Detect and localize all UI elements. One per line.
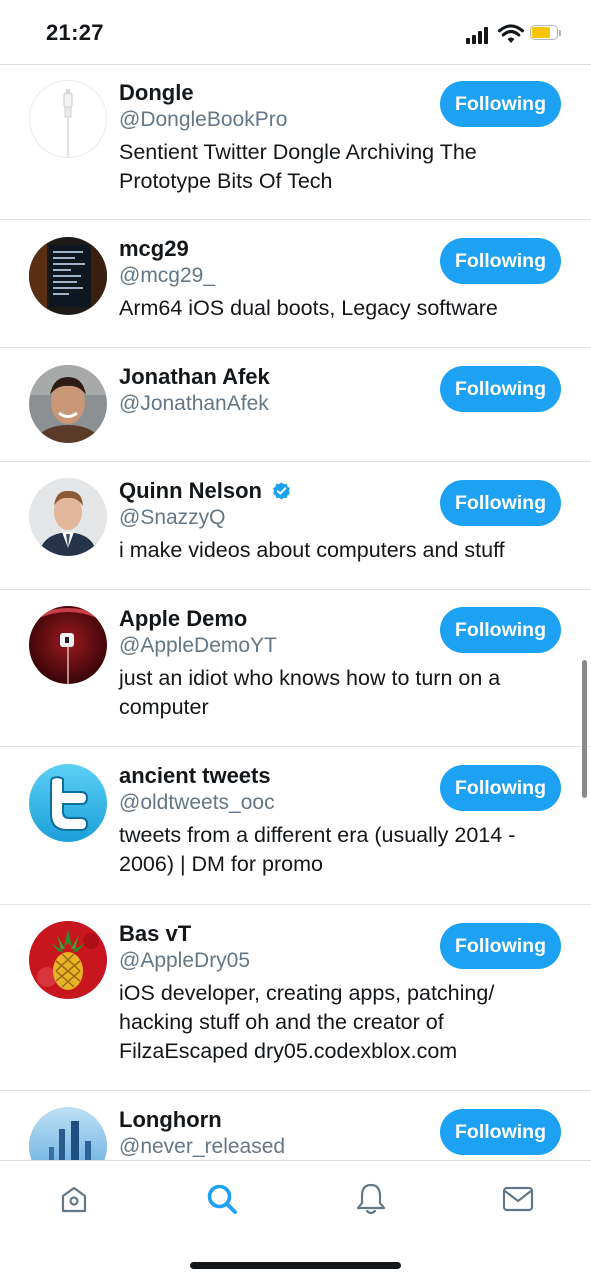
list-item[interactable]: Dongle @DongleBookPro Sentient Twitter D…	[0, 64, 591, 220]
status-bar: 21:27	[0, 0, 591, 65]
person-suit-avatar[interactable]	[29, 478, 107, 556]
account-handle: @DongleBookPro	[119, 108, 288, 131]
account-handle: @SnazzyQ	[119, 506, 226, 529]
home-icon	[61, 1186, 87, 1213]
account-name[interactable]: Apple Demo	[119, 606, 247, 632]
account-bio: Sentient Twitter Dongle Archiving The Pr…	[119, 140, 477, 193]
list-item[interactable]: mcg29 @mcg29_ Arm64 iOS dual boots, Lega…	[0, 220, 591, 348]
account-bio: i make videos about computers and stuff	[119, 538, 505, 562]
account-bio: tweets from a different era (usually 201…	[119, 823, 516, 876]
list-item[interactable]: Bas vT @AppleDry05 iOS developer, creati…	[0, 905, 591, 1091]
bell-icon	[356, 1183, 386, 1215]
list-item[interactable]: ancient tweets @oldtweets_ooc tweets fro…	[0, 747, 591, 905]
following-button[interactable]: Following	[440, 238, 561, 284]
following-button[interactable]: Following	[440, 366, 561, 412]
tab-messages[interactable]	[498, 1179, 538, 1219]
account-name[interactable]: ancient tweets	[119, 763, 271, 789]
blue-towers-avatar[interactable]	[29, 1107, 107, 1160]
scrollbar[interactable]	[582, 660, 587, 798]
red-lock-avatar[interactable]	[29, 606, 107, 684]
list-item[interactable]: Jonathan Afek @JonathanAfek Following	[0, 348, 591, 462]
person-photo-avatar[interactable]	[29, 365, 107, 443]
account-name[interactable]: Longhorn	[119, 1107, 222, 1133]
following-button[interactable]: Following	[440, 81, 561, 127]
mail-icon	[502, 1186, 534, 1212]
battery-icon	[530, 25, 562, 42]
account-name[interactable]: Jonathan Afek	[119, 364, 270, 390]
account-name[interactable]: mcg29	[119, 236, 189, 262]
account-handle: @AppleDemoYT	[119, 634, 277, 657]
following-button[interactable]: Following	[440, 1109, 561, 1155]
following-button[interactable]: Following	[440, 607, 561, 653]
verified-badge-icon	[273, 481, 290, 500]
account-name[interactable]: Bas vT	[119, 921, 191, 947]
list-item[interactable]: Quinn Nelson @SnazzyQ i make videos abou…	[0, 462, 591, 590]
home-indicator[interactable]	[190, 1262, 401, 1269]
following-button[interactable]: Following	[440, 923, 561, 969]
terminal-screen-avatar[interactable]	[29, 237, 107, 315]
twitter-t-logo-avatar[interactable]	[29, 764, 107, 842]
account-name[interactable]: Dongle	[119, 80, 194, 106]
account-bio: just an idiot who knows how to turn on a…	[119, 666, 501, 719]
cellular-signal-icon	[466, 26, 492, 44]
account-name[interactable]: Quinn Nelson	[119, 478, 262, 504]
search-icon	[207, 1184, 237, 1214]
tab-search[interactable]	[202, 1179, 242, 1219]
account-bio: iOS developer, creating apps, patching/ …	[119, 981, 495, 1063]
account-handle: @mcg29_	[119, 264, 216, 287]
status-time: 21:27	[46, 20, 104, 45]
account-handle: @JonathanAfek	[119, 392, 269, 415]
list-item[interactable]: Longhorn @never_released Following	[0, 1091, 591, 1160]
dongle-cable-avatar[interactable]	[29, 80, 107, 158]
following-button[interactable]: Following	[440, 765, 561, 811]
list-item[interactable]: Apple Demo @AppleDemoYT just an idiot wh…	[0, 590, 591, 747]
account-handle: @never_released	[119, 1135, 286, 1158]
following-list[interactable]: Dongle @DongleBookPro Sentient Twitter D…	[0, 64, 591, 1160]
account-bio: Arm64 iOS dual boots, Legacy software	[119, 296, 498, 320]
tab-home[interactable]	[54, 1179, 94, 1219]
account-handle: @oldtweets_ooc	[119, 791, 275, 814]
pineapple-avatar[interactable]	[29, 921, 107, 999]
account-handle: @AppleDry05	[119, 949, 251, 972]
following-button[interactable]: Following	[440, 480, 561, 526]
wifi-icon	[498, 24, 524, 43]
tab-notifications[interactable]	[351, 1179, 391, 1219]
